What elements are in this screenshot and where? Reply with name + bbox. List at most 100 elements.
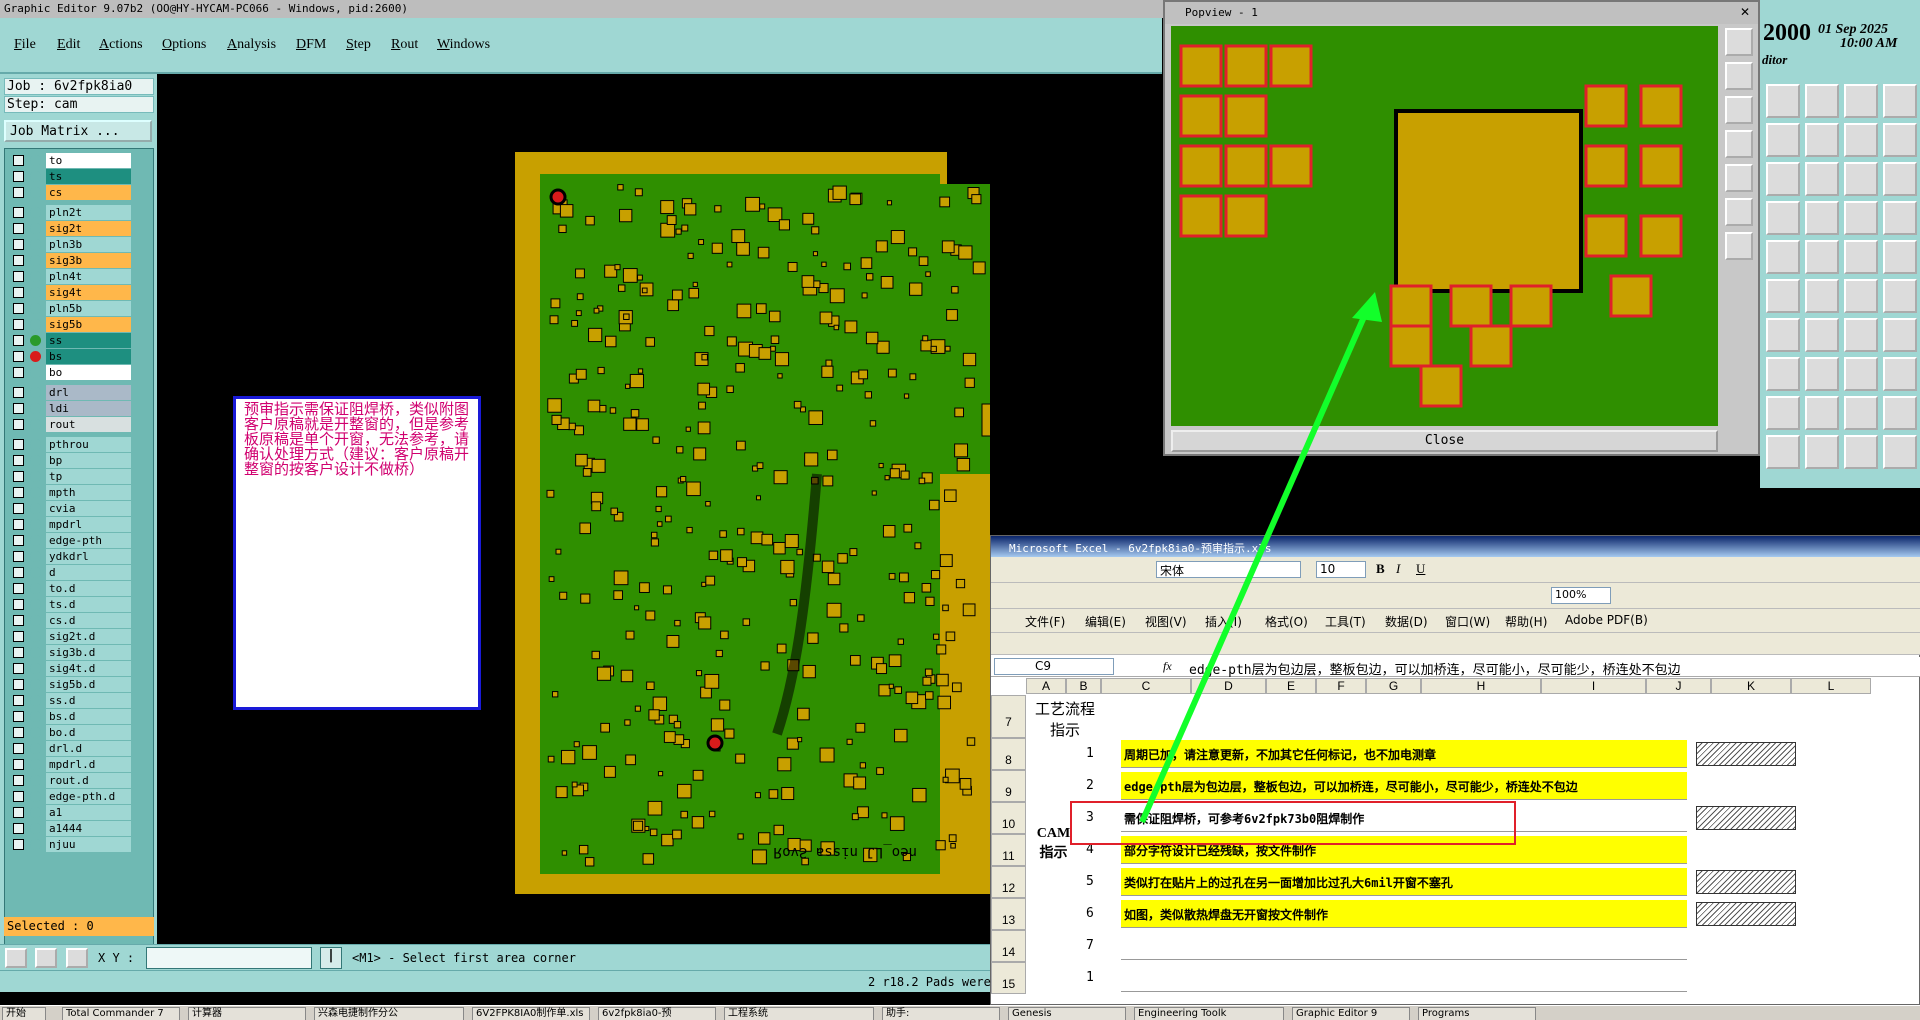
column-header[interactable]: L — [1791, 678, 1871, 694]
layer-checkbox[interactable] — [13, 367, 24, 378]
layer-row-ss.d[interactable]: ss.d — [8, 693, 148, 708]
embedded-image[interactable] — [1696, 902, 1796, 926]
layer-state-dot[interactable] — [30, 583, 41, 594]
layer-state-dot[interactable] — [30, 207, 41, 218]
arrow-icon[interactable] — [1766, 435, 1800, 469]
layer-row-sig4t.d[interactable]: sig4t.d — [8, 661, 148, 676]
layer-name[interactable]: drl.d — [46, 741, 131, 756]
layer-checkbox[interactable] — [13, 583, 24, 594]
layer-row-ydkdrl[interactable]: ydkdrl — [8, 549, 148, 564]
layer-checkbox[interactable] — [13, 171, 24, 182]
embedded-image[interactable] — [1696, 742, 1796, 766]
layer-name[interactable]: to — [46, 153, 131, 168]
layer-checkbox[interactable] — [13, 255, 24, 266]
layer-state-dot[interactable] — [30, 471, 41, 482]
measure-tool-icon[interactable] — [35, 948, 57, 968]
link-icon[interactable] — [1844, 279, 1878, 313]
layer-row-drl[interactable]: drl — [8, 385, 148, 400]
layer-row-ldi[interactable]: ldi — [8, 401, 148, 416]
embedded-image[interactable] — [1696, 870, 1796, 894]
layer-row-pln3b[interactable]: pln3b — [8, 237, 148, 252]
layer-row-rout[interactable]: rout — [8, 417, 148, 432]
layer-checkbox[interactable] — [13, 223, 24, 234]
layer-name[interactable]: sig5b.d — [46, 677, 131, 692]
layer-state-dot[interactable] — [30, 631, 41, 642]
layer-state-dot[interactable] — [30, 319, 41, 330]
layer-row-rout.d[interactable]: rout.d — [8, 773, 148, 788]
taskbar-button[interactable]: 6V2FPK8IA0制作单.xls — [472, 1007, 590, 1020]
layer-row-mpth[interactable]: mpth — [8, 485, 148, 500]
column-header[interactable]: J — [1646, 678, 1711, 694]
layer-name[interactable]: mpdrl.d — [46, 757, 131, 772]
layer-name[interactable]: tp — [46, 469, 131, 484]
row-header[interactable]: 9 — [991, 770, 1026, 802]
layer-state-dot[interactable] — [30, 187, 41, 198]
layer-up-icon[interactable] — [1766, 84, 1800, 118]
zoom-in-icon[interactable] — [1725, 62, 1753, 90]
layer-state-dot[interactable] — [30, 287, 41, 298]
draw-icon[interactable] — [1766, 240, 1800, 274]
layer-name[interactable]: mpth — [46, 485, 131, 500]
close-icon[interactable]: ✕ — [1740, 5, 1750, 19]
column-header[interactable]: G — [1366, 678, 1421, 694]
slot-icon[interactable] — [1805, 240, 1839, 274]
pick-icon[interactable] — [1844, 435, 1878, 469]
job-matrix-button[interactable]: Job Matrix ... — [4, 120, 152, 142]
excel-menu-item[interactable]: 格式(O) — [1265, 613, 1308, 630]
column-header[interactable]: K — [1711, 678, 1791, 694]
layer-state-dot[interactable] — [30, 599, 41, 610]
layer-row-njuu[interactable]: njuu — [8, 837, 148, 852]
cam-group-cell[interactable]: CAM指示 — [1031, 826, 1076, 862]
layer-row-edge-pth.d[interactable]: edge-pth.d — [8, 789, 148, 804]
triangle-icon[interactable] — [1766, 396, 1800, 430]
layer-state-dot[interactable] — [30, 255, 41, 266]
bend-icon[interactable] — [1883, 357, 1917, 391]
layer-row-edge-pth[interactable]: edge-pth — [8, 533, 148, 548]
layer-row-sig3b[interactable]: sig3b — [8, 253, 148, 268]
step-number[interactable]: 2 — [1086, 778, 1094, 793]
layer-state-dot[interactable] — [30, 679, 41, 690]
layer-name[interactable]: rout — [46, 417, 131, 432]
excel-menu-item[interactable]: 插入(I) — [1205, 613, 1242, 630]
layer-down-icon[interactable] — [1805, 84, 1839, 118]
layer-name[interactable]: cs.d — [46, 613, 131, 628]
layer-checkbox[interactable] — [13, 419, 24, 430]
taskbar-button[interactable]: Graphic Editor 9 — [1292, 1007, 1410, 1020]
spreadsheet-grid[interactable]: A B C D E F G H I J K L 7 8 9 10 11 12 13 14 15 工艺流程指示 CAM指示 1 周… — [991, 678, 1920, 1006]
instruction-cell[interactable]: edge-pth层为包边层，整板包边，可以加桥连，尽可能小，尽可能少，桥连处不包… — [1121, 772, 1687, 800]
bold-button[interactable]: B — [1376, 561, 1385, 577]
layer-name[interactable]: cvia — [46, 501, 131, 516]
layer-state-dot[interactable] — [30, 727, 41, 738]
layer-row-pln5b[interactable]: pln5b — [8, 301, 148, 316]
layer-checkbox[interactable] — [13, 519, 24, 530]
column-header[interactable]: I — [1541, 678, 1646, 694]
layer-state-dot[interactable] — [30, 519, 41, 530]
row-header[interactable]: 15 — [991, 962, 1026, 994]
taskbar-button[interactable]: 助手: — [882, 1007, 1000, 1020]
line-icon[interactable] — [1844, 240, 1878, 274]
excel-menu-item[interactable]: 视图(V) — [1145, 613, 1187, 630]
layer-state-dot[interactable] — [30, 439, 41, 450]
layer-row-tp[interactable]: tp — [8, 469, 148, 484]
layer-checkbox[interactable] — [13, 807, 24, 818]
layer-checkbox[interactable] — [13, 487, 24, 498]
layer-row-to[interactable]: to — [8, 153, 148, 168]
column-header[interactable]: D — [1191, 678, 1266, 694]
scale-icon[interactable] — [1844, 162, 1878, 196]
layer-checkbox[interactable] — [13, 775, 24, 786]
step-number[interactable]: 3 — [1086, 810, 1094, 825]
menu-dfm[interactable]: DFM — [296, 37, 326, 53]
column-header[interactable]: B — [1066, 678, 1101, 694]
layer-state-dot[interactable] — [30, 335, 41, 346]
layer-checkbox[interactable] — [13, 839, 24, 850]
layer-name[interactable]: a1444 — [46, 821, 131, 836]
instruction-cell[interactable]: 类似打在贴片上的过孔在另一面增加比过孔大6mil开窗不塞孔 — [1121, 868, 1687, 896]
menu-actions[interactable]: Actions — [99, 37, 143, 53]
layer-name[interactable]: sig3b.d — [46, 645, 131, 660]
column-header[interactable]: H — [1421, 678, 1541, 694]
zoom-select[interactable]: 100% — [1551, 587, 1611, 604]
fit-icon[interactable] — [1844, 123, 1878, 157]
layer-state-dot[interactable] — [30, 239, 41, 250]
redraw-icon[interactable] — [1725, 232, 1753, 260]
layer-row-sig5b.d[interactable]: sig5b.d — [8, 677, 148, 692]
